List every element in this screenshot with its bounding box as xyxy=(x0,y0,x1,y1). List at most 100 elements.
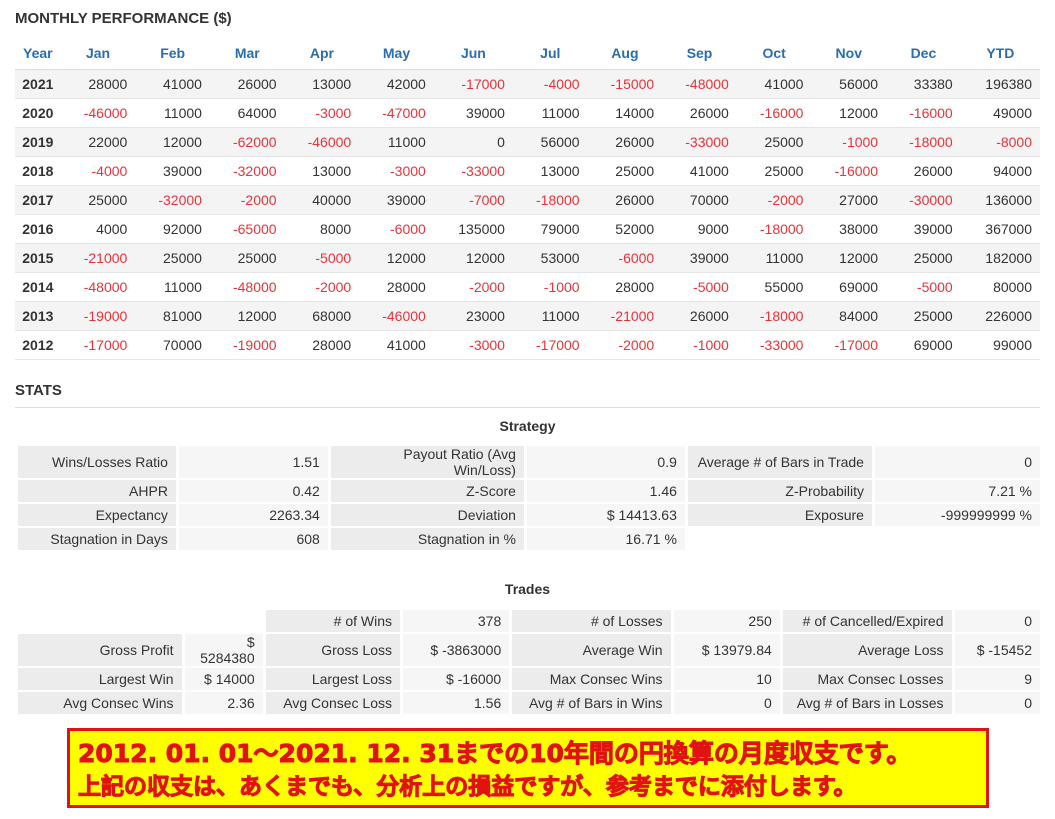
value-cell: -21000 xyxy=(587,301,663,331)
value-cell: 99000 xyxy=(960,330,1040,360)
value-cell: -6000 xyxy=(359,214,434,244)
empty-cell xyxy=(185,610,263,632)
table-row: 2015 -21000 25000 25000 -5000 12000 12000 53000… xyxy=(15,243,1040,273)
stat-value: -999999999 % xyxy=(874,504,1040,526)
stat-value: 10 xyxy=(673,668,780,690)
value-cell: 56000 xyxy=(512,127,588,157)
year-cell: 2020 xyxy=(15,98,61,128)
stat-value: 2263.34 xyxy=(178,504,328,526)
stat-value: $ 14000 xyxy=(184,668,263,690)
stat-value: 9 xyxy=(954,668,1040,690)
stat-value: 16.71 % xyxy=(526,528,685,550)
stat-value: 0 xyxy=(673,692,780,714)
value-cell: 41000 xyxy=(662,156,737,186)
value-cell: 11000 xyxy=(736,243,812,273)
year-cell: 2019 xyxy=(15,127,61,157)
value-cell: 135000 xyxy=(433,214,513,244)
empty-cell xyxy=(875,528,1040,550)
value-cell: 13000 xyxy=(284,156,360,186)
value-cell: -1000 xyxy=(662,330,737,360)
value-cell: 69000 xyxy=(811,272,887,302)
value-cell: 13000 xyxy=(512,156,588,186)
stat-value: 0 xyxy=(954,692,1040,714)
stat-value: $ -15452 xyxy=(954,634,1040,666)
stats-row: Expectancy 2263.34 Deviation $ 14413.63 Expo… xyxy=(18,504,1040,526)
value-cell: 80000 xyxy=(960,272,1040,302)
value-cell: -5000 xyxy=(284,243,360,273)
value-cell: 81000 xyxy=(135,301,210,331)
value-cell: 52000 xyxy=(587,214,663,244)
value-cell: 13000 xyxy=(284,69,360,99)
value-cell: 39000 xyxy=(433,98,513,128)
stat-value: 0.9 xyxy=(526,446,685,478)
monthly-performance-table: Year Jan Feb Mar Apr May Jun Jul Aug Sep Oct Nov Dec… xyxy=(15,37,1040,360)
table-row: 2018 -4000 39000 -32000 13000 -3000 -33000 1300… xyxy=(15,156,1040,186)
value-cell: -17000 xyxy=(433,69,513,99)
value-cell: 69000 xyxy=(886,330,961,360)
value-cell: -3000 xyxy=(284,98,360,128)
value-cell: 40000 xyxy=(284,185,360,215)
value-cell: -48000 xyxy=(662,69,737,99)
stats-row: Largest Win $ 14000 Largest Loss $ -16000 Ma… xyxy=(18,668,1040,690)
stat-value: 0.42 xyxy=(178,480,328,502)
column-header-oct: Oct xyxy=(736,37,812,70)
value-cell: 25000 xyxy=(60,185,136,215)
value-cell: 38000 xyxy=(811,214,887,244)
stat-label: Avg Consec Loss xyxy=(265,692,400,714)
table-row: 2021 28000 41000 26000 13000 42000 -17000 -4000… xyxy=(15,69,1040,99)
note-line-2: 上記の収支は、あくまでも、分析上の損益ですが、参考までに添付します。 xyxy=(78,774,858,801)
value-cell: 41000 xyxy=(736,69,812,99)
year-cell: 2013 xyxy=(15,301,61,331)
stat-label: Expectancy xyxy=(18,504,176,526)
value-cell: -2000 xyxy=(209,185,285,215)
value-cell: 22000 xyxy=(60,127,136,157)
table-row: 2014 -48000 11000 -48000 -2000 28000 -2000 -100… xyxy=(15,272,1040,302)
value-cell: 12000 xyxy=(135,127,210,157)
value-cell: -32000 xyxy=(209,156,285,186)
stat-value: 608 xyxy=(178,528,328,550)
value-cell: -33000 xyxy=(662,127,737,157)
value-cell: 26000 xyxy=(587,185,663,215)
value-cell: -18000 xyxy=(736,301,812,331)
stat-label: Stagnation in % xyxy=(330,528,524,550)
value-cell: -19000 xyxy=(60,301,136,331)
value-cell: 12000 xyxy=(811,98,887,128)
value-cell: -6000 xyxy=(587,243,663,273)
value-cell: 70000 xyxy=(662,185,737,215)
column-header-aug: Aug xyxy=(587,37,663,70)
value-cell: 39000 xyxy=(662,243,737,273)
value-cell: -33000 xyxy=(433,156,513,186)
value-cell: 70000 xyxy=(135,330,210,360)
year-cell: 2017 xyxy=(15,185,61,215)
value-cell: -1000 xyxy=(512,272,588,302)
value-cell: 26000 xyxy=(662,98,737,128)
value-cell: 12000 xyxy=(209,301,285,331)
stats-row: Wins/Losses Ratio 1.51 Payout Ratio (Avg W… xyxy=(18,446,1040,478)
stat-label: # of Losses xyxy=(512,610,671,632)
value-cell: 226000 xyxy=(960,301,1040,331)
value-cell: 367000 xyxy=(960,214,1040,244)
value-cell: -2000 xyxy=(587,330,663,360)
value-cell: 0 xyxy=(433,127,513,157)
stat-label: Deviation xyxy=(330,504,524,526)
value-cell: 11000 xyxy=(135,98,210,128)
value-cell: -5000 xyxy=(886,272,961,302)
value-cell: -32000 xyxy=(135,185,210,215)
value-cell: 196380 xyxy=(960,69,1040,99)
stat-label: Payout Ratio (Avg Win/Loss) xyxy=(330,446,524,478)
value-cell: -2000 xyxy=(284,272,360,302)
stat-label: # of Cancelled/Expired xyxy=(782,610,952,632)
column-header-ytd: YTD xyxy=(960,37,1040,70)
stat-label: Avg Consec Wins xyxy=(18,692,182,714)
trades-subtitle: Trades xyxy=(504,581,551,597)
note-banner: 2012. 01. 01～2021. 12. 31までの10年間の円換算の月度収… xyxy=(67,728,989,808)
value-cell: 28000 xyxy=(284,330,360,360)
column-header-jan: Jan xyxy=(60,37,136,70)
value-cell: -16000 xyxy=(811,156,887,186)
value-cell: 55000 xyxy=(736,272,812,302)
value-cell: 25000 xyxy=(209,243,285,273)
stats-row: Stagnation in Days 608 Stagnation in % 16.7… xyxy=(18,528,1040,550)
stat-label: Largest Loss xyxy=(265,668,400,690)
value-cell: -19000 xyxy=(209,330,285,360)
table-row: 2016 4000 92000 -65000 8000 -6000 135000 79000 5… xyxy=(15,214,1040,244)
